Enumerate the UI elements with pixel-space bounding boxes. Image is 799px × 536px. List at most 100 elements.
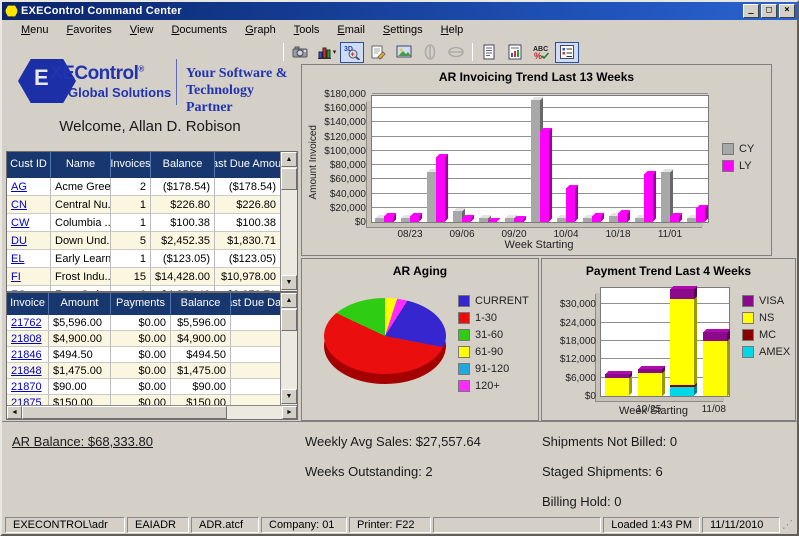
bar <box>661 172 670 222</box>
vertical-scrollbar[interactable]: ▲▼ <box>280 152 297 291</box>
vertical-scrollbar[interactable]: ▲▼ <box>280 293 297 405</box>
menu-item-email[interactable]: Email <box>328 22 374 38</box>
customer-link[interactable]: CW <box>11 217 29 229</box>
svg-text:%: % <box>534 51 542 60</box>
maximize-button[interactable]: □ <box>761 4 777 18</box>
column-header[interactable]: Balance <box>171 293 231 315</box>
scroll-thumb[interactable] <box>281 309 297 331</box>
scroll-thumb[interactable] <box>22 406 227 419</box>
scroll-right-button[interactable]: ► <box>282 406 297 419</box>
toolbar-edit-note-icon[interactable] <box>366 42 390 63</box>
column-header[interactable]: Payments <box>111 293 171 315</box>
toolbar-legend-icon[interactable] <box>555 42 579 63</box>
customer-link[interactable]: FI <box>11 271 21 283</box>
invoice-link[interactable]: 21870 <box>11 381 42 393</box>
bar <box>592 216 601 222</box>
invoice-link[interactable]: 21846 <box>11 349 42 361</box>
table-cell: $10,978.00 <box>215 268 281 286</box>
scroll-up-button[interactable]: ▲ <box>281 293 297 308</box>
column-header[interactable]: Cust ID <box>7 152 51 178</box>
app-logo-icon <box>5 5 18 17</box>
scroll-down-button[interactable]: ▼ <box>281 389 297 404</box>
menu-item-settings[interactable]: Settings <box>374 22 432 38</box>
scroll-thumb[interactable] <box>281 168 297 190</box>
toolbar-insert-image-icon[interactable] <box>392 42 416 63</box>
menu-item-documents[interactable]: Documents <box>162 22 236 38</box>
y-tick-label: $80,000 <box>314 160 366 171</box>
menu-item-view[interactable]: View <box>121 22 163 38</box>
menu-item-graph[interactable]: Graph <box>236 22 285 38</box>
toolbar-spell-check-icon[interactable]: ABC% <box>529 42 553 63</box>
table-row: AGAcme Gree...2($178.54)($178.54) <box>7 178 297 196</box>
table-cell: $90.00 <box>49 379 111 395</box>
toolbar-rotate-horizontal-icon[interactable] <box>418 42 442 63</box>
bar <box>514 219 523 222</box>
legend-item: CURRENT <box>458 295 529 307</box>
legend-item: NS <box>742 312 790 324</box>
resize-grip[interactable]: ⋰ <box>782 518 794 532</box>
column-header[interactable]: Name <box>51 152 111 178</box>
stacked-bar <box>703 332 727 396</box>
table-row: CWColumbia ...1$100.38$100.38 <box>7 214 297 232</box>
bar-side-face <box>694 296 697 385</box>
customer-link[interactable]: CN <box>11 199 27 211</box>
toolbar-rotate-vertical-icon[interactable] <box>444 42 468 63</box>
bar <box>401 218 410 222</box>
x-tick-label: 11/01 <box>645 229 695 240</box>
customer-link[interactable]: AG <box>11 181 27 193</box>
minimize-button[interactable]: _ <box>743 4 759 18</box>
toolbar-report-icon[interactable] <box>503 42 527 63</box>
invoice-link[interactable]: 21848 <box>11 365 42 377</box>
bar <box>410 216 419 222</box>
column-header[interactable]: Amount <box>49 293 111 315</box>
scroll-up-button[interactable]: ▲ <box>281 152 297 167</box>
column-header[interactable]: Balance <box>151 152 215 178</box>
invoice-link[interactable]: 21808 <box>11 333 42 345</box>
scroll-down-button[interactable]: ▼ <box>281 275 297 290</box>
customer-link[interactable]: EL <box>11 253 24 265</box>
bar-segment <box>670 299 694 385</box>
table-cell <box>231 331 281 347</box>
ar-balance-link[interactable]: AR Balance: $68,333.80 <box>12 434 153 449</box>
bar-segment <box>605 374 629 378</box>
svg-text:+: + <box>351 52 355 59</box>
column-header[interactable]: Past Due Amount <box>215 152 281 178</box>
menu-item-favorites[interactable]: Favorites <box>58 22 121 38</box>
scroll-left-button[interactable]: ◄ <box>7 406 22 419</box>
bar <box>696 208 705 222</box>
toolbar-chart-type-icon[interactable]: ▾ <box>314 42 338 63</box>
toolbar-document-icon[interactable] <box>477 42 501 63</box>
table-cell: AG <box>7 178 51 196</box>
legend-label: 1-30 <box>475 312 497 324</box>
column-header[interactable]: Past Due Days <box>231 293 281 315</box>
table-row: DUDown Und...5$2,452.35$1,830.71 <box>7 232 297 250</box>
customer-link[interactable]: DU <box>11 235 27 247</box>
menu-item-help[interactable]: Help <box>432 22 473 38</box>
menu-item-menu[interactable]: Menu <box>12 22 58 38</box>
y-tick-label: $180,000 <box>314 89 366 100</box>
column-header[interactable]: Invoice <box>7 293 49 315</box>
table-cell: 21870 <box>7 379 49 395</box>
horizontal-scrollbar[interactable]: ◄► <box>7 405 297 419</box>
dropdown-arrow-icon[interactable]: ▾ <box>333 48 337 56</box>
legend-swatch <box>458 380 470 392</box>
table-cell: EL <box>7 250 51 268</box>
tagline-line2: Technology Partner <box>186 82 298 116</box>
bar-side-face <box>662 370 665 396</box>
close-button[interactable]: × <box>779 4 795 18</box>
table-row: FIFrost Indu...15$14,428.00$10,978.00 <box>7 268 297 286</box>
table-header-row: Cust IDNameInvoicesBalancePast Due Amoun… <box>7 152 297 178</box>
table-cell: 1 <box>111 250 151 268</box>
logo-wordmark: XEControl® <box>50 63 144 85</box>
column-header[interactable]: Invoices <box>111 152 151 178</box>
legend-item: CY <box>722 143 754 155</box>
legend-item: 1-30 <box>458 312 529 324</box>
menu-item-tools[interactable]: Tools <box>285 22 329 38</box>
invoice-link[interactable]: 21762 <box>11 317 42 329</box>
bar <box>384 216 393 222</box>
toolbar-zoom-3d-icon[interactable]: 3D+ <box>340 42 364 63</box>
registered-mark: ® <box>138 65 143 74</box>
logo-subtitle: Global Solutions <box>68 85 171 100</box>
ar-aging-pie-chart: AR Aging CURRENT1-3031-6061-9091-120120+ <box>301 258 539 421</box>
stacked-bar <box>605 374 629 396</box>
